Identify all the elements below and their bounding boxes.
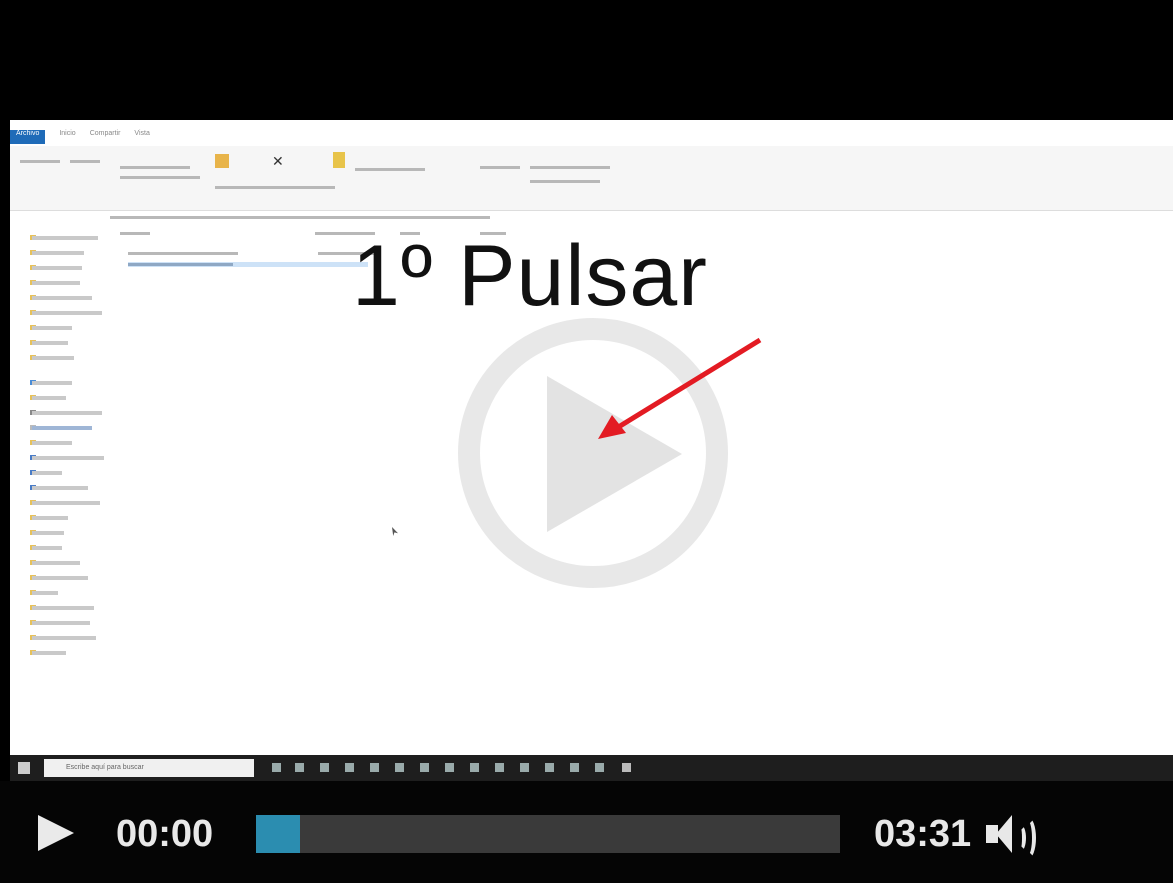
tab-share: Compartir: [89, 130, 121, 137]
ribbon-group: [215, 186, 335, 189]
search-input[interactable]: Escribe aquí para buscar: [44, 759, 254, 777]
ribbon-tabs: Archivo Inicio Compartir Vista: [10, 130, 150, 144]
duration: 03:31: [874, 813, 972, 855]
app-icon[interactable]: [520, 763, 529, 772]
tab-view: Vista: [134, 130, 150, 137]
store-icon[interactable]: [345, 763, 354, 772]
app-icon[interactable]: [370, 763, 379, 772]
app-icon[interactable]: [570, 763, 579, 772]
letterbox-top: [10, 10, 1173, 120]
tab-file: Archivo: [10, 130, 46, 144]
app-icon[interactable]: [622, 763, 631, 772]
app-icon[interactable]: [470, 763, 479, 772]
ribbon-group: [70, 160, 100, 163]
breadcrumb: [110, 216, 490, 219]
speaker-cone: [996, 815, 1012, 853]
ribbon-group: [530, 166, 610, 169]
ribbon-group: [120, 176, 200, 179]
ribbon-group: [530, 180, 600, 183]
taskbar: Escribe aquí para buscar: [10, 755, 1173, 781]
arrow-shaft: [610, 337, 762, 434]
edge-icon[interactable]: [295, 763, 304, 772]
navigation-pane[interactable]: [10, 230, 110, 750]
ribbon-group: [480, 166, 520, 169]
sound-wave: [1020, 817, 1036, 859]
tab-home: Inicio: [59, 130, 76, 137]
task-view-icon[interactable]: [272, 763, 281, 772]
app-icon[interactable]: [395, 763, 404, 772]
app-icon[interactable]: [545, 763, 554, 772]
tutorial-caption: 1º Pulsar: [352, 228, 708, 324]
ribbon: ✕: [10, 146, 1173, 211]
app-icon[interactable]: [595, 763, 604, 772]
folder-icon: [215, 154, 229, 168]
explorer-icon[interactable]: [320, 763, 329, 772]
app-icon[interactable]: [420, 763, 429, 772]
ribbon-group: [355, 168, 425, 171]
start-icon[interactable]: [18, 762, 30, 774]
player-controls: 00:00 03:31: [0, 781, 1173, 883]
ribbon-group: [120, 166, 190, 169]
play-icon[interactable]: [38, 815, 74, 851]
file-row-selected[interactable]: [128, 262, 368, 267]
address-bar[interactable]: [90, 212, 510, 224]
app-icon[interactable]: [445, 763, 454, 772]
ribbon-group: [20, 160, 60, 163]
search-placeholder: Escribe aquí para buscar: [66, 764, 144, 771]
delete-icon: ✕: [272, 153, 284, 169]
seek-bar-progress: [256, 815, 300, 853]
seek-bar[interactable]: [256, 815, 840, 853]
current-time: 00:00: [116, 813, 214, 855]
volume-icon[interactable]: [986, 813, 1038, 859]
new-folder-icon: [333, 152, 345, 168]
red-arrow-icon: [598, 337, 762, 439]
app-icon[interactable]: [495, 763, 504, 772]
